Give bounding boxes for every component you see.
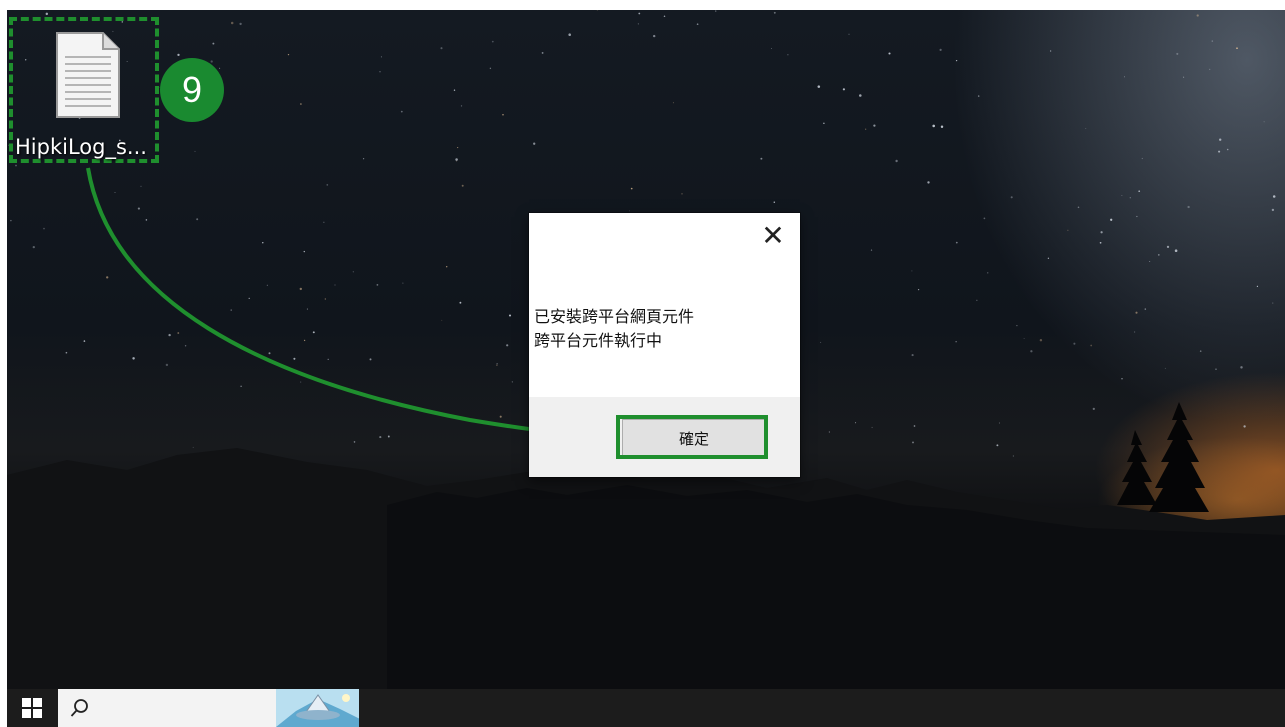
taskbar-search-box[interactable] — [58, 689, 359, 727]
start-button[interactable] — [7, 689, 57, 727]
search-icon — [70, 699, 88, 717]
message-line-1: 已安裝跨平台網頁元件 — [534, 307, 695, 326]
taskbar — [7, 689, 1285, 727]
ok-button-highlight — [616, 415, 768, 459]
close-icon[interactable]: ✕ — [758, 221, 788, 251]
search-highlight-art — [276, 689, 359, 727]
dialog-message: 已安裝跨平台網頁元件 跨平台元件執行中 — [534, 305, 694, 353]
windows-logo-icon — [22, 698, 42, 718]
message-line-2: 跨平台元件執行中 — [534, 331, 663, 350]
